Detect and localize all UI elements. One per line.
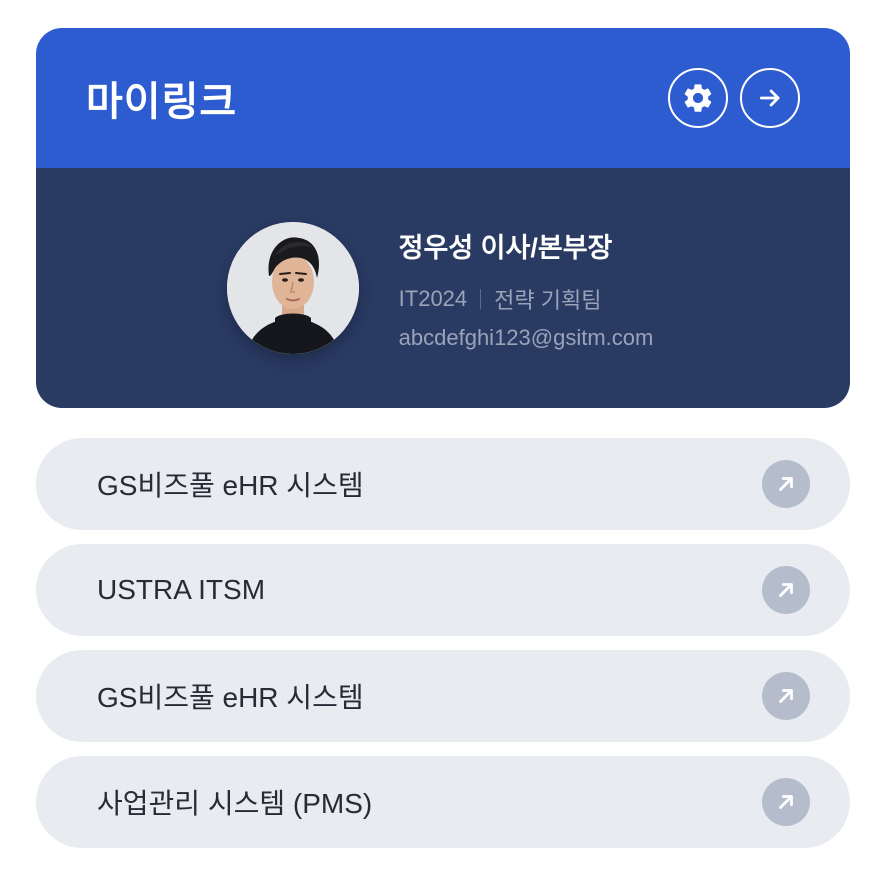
meta-divider <box>480 288 482 309</box>
my-link-card: 마이링크 정우성 이사/본부장 IT2024 전략 기획팀 abcdefghi1… <box>36 28 850 408</box>
link-label: GS비즈풀 eHR 시스템 <box>97 470 364 501</box>
link-item[interactable]: GS비즈풀 eHR 시스템 <box>36 438 850 530</box>
profile-panel: 정우성 이사/본부장 IT2024 전략 기획팀 abcdefghi123@gs… <box>36 168 850 408</box>
settings-button[interactable] <box>668 68 728 128</box>
arrow-up-right-icon[interactable] <box>762 672 810 720</box>
profile-name: 정우성 이사/본부장 <box>398 232 613 263</box>
arrow-right-icon <box>759 89 780 107</box>
link-list: GS비즈풀 eHR 시스템 USTRA ITSM GS비즈풀 eHR 시스템 사… <box>36 438 850 848</box>
team-name: 전략 기획팀 <box>494 287 602 313</box>
card-title: 마이링크 <box>86 80 238 124</box>
link-label: GS비즈풀 eHR 시스템 <box>97 682 364 713</box>
avatar-image <box>226 222 359 354</box>
arrow-up-right-icon[interactable] <box>762 566 810 614</box>
go-button[interactable] <box>740 68 800 128</box>
link-item[interactable]: GS비즈풀 eHR 시스템 <box>36 650 850 742</box>
arrow-up-right-icon[interactable] <box>762 778 810 826</box>
link-label: USTRA ITSM <box>97 574 266 605</box>
my-link-widget: 마이링크 정우성 이사/본부장 IT2024 전략 기획팀 abcdefghi1… <box>36 28 850 862</box>
gear-icon <box>684 84 712 112</box>
profile-info: 정우성 이사/본부장 IT2024 전략 기획팀 abcdefghi123@gs… <box>399 226 654 351</box>
profile-email: abcdefghi123@gsitm.com <box>398 324 654 350</box>
link-item[interactable]: 사업관리 시스템 (PMS) <box>36 756 850 848</box>
employee-code: IT2024 <box>398 285 468 311</box>
avatar <box>226 222 359 354</box>
link-label: 사업관리 시스템 (PMS) <box>97 788 373 819</box>
profile-meta: IT2024 전략 기획팀 <box>399 283 654 315</box>
card-header: 마이링크 <box>36 28 850 168</box>
header-actions <box>668 68 800 128</box>
arrow-up-right-icon[interactable] <box>762 460 810 508</box>
link-item[interactable]: USTRA ITSM <box>36 544 850 636</box>
